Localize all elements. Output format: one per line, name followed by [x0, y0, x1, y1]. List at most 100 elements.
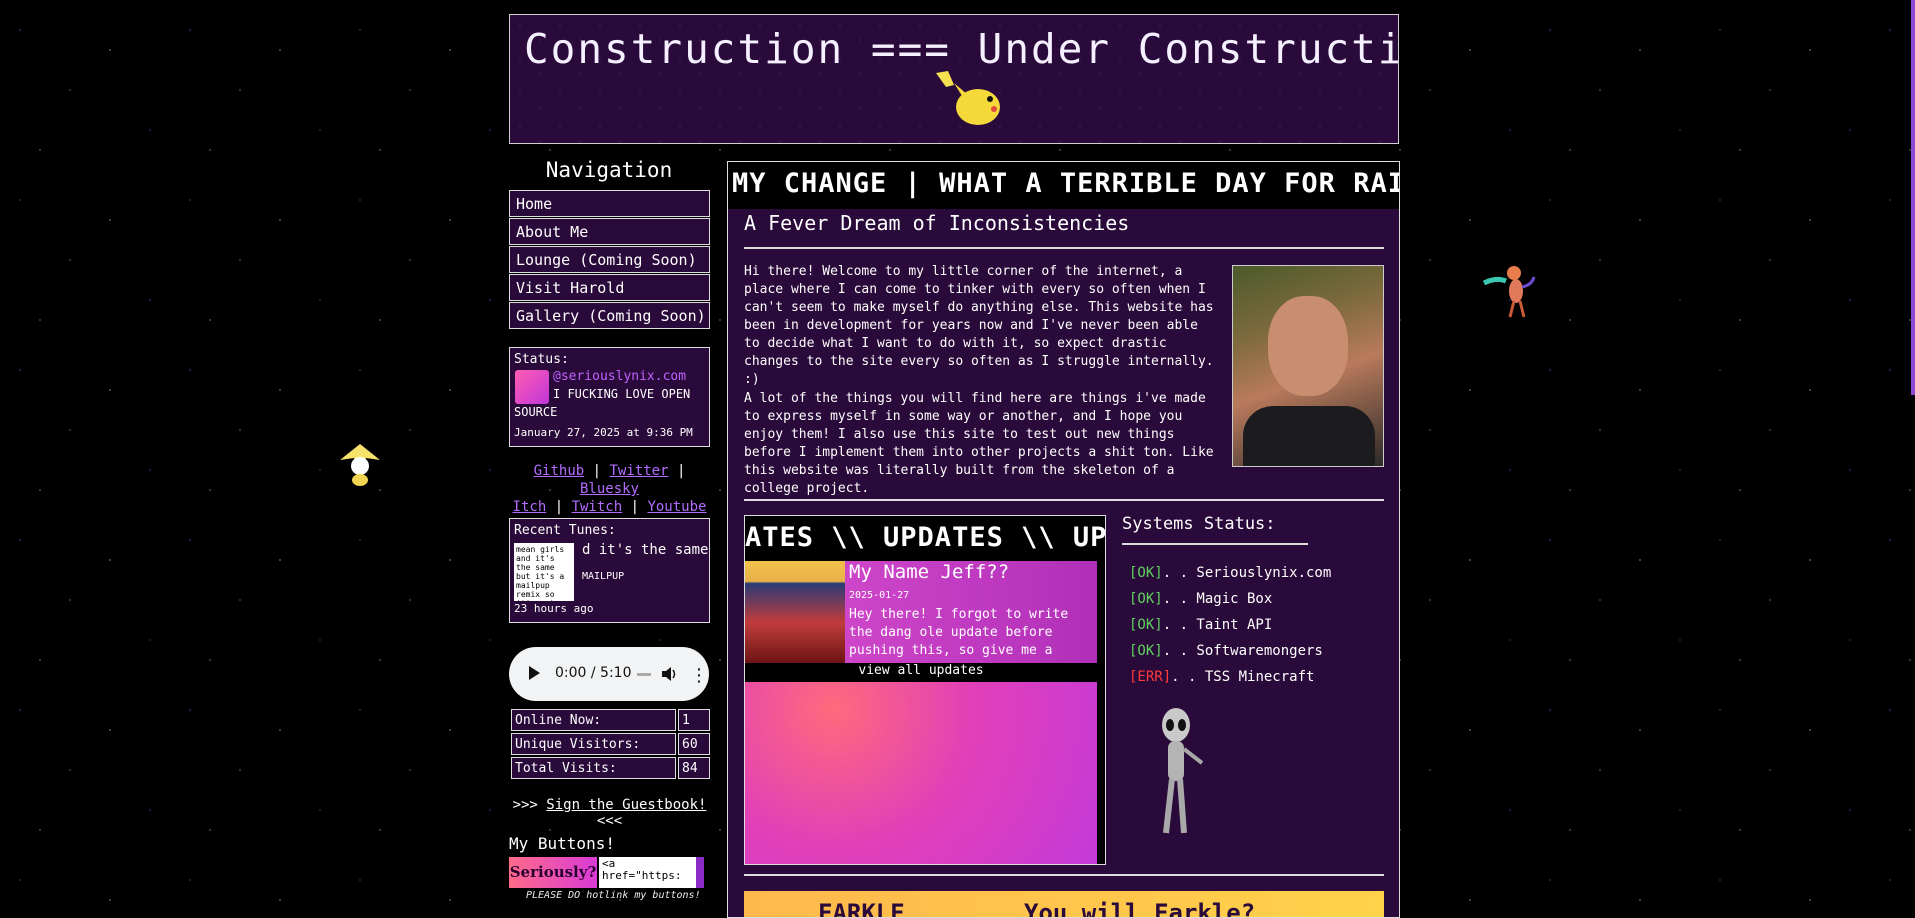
- system-name: . . TSS Minecraft: [1171, 669, 1315, 685]
- counter-label: Total Visits:: [511, 757, 676, 779]
- systems-status-list: [OK]. . Seriouslynix.com [OK]. . Magic B…: [1129, 560, 1331, 690]
- list-item: [OK]. . Magic Box: [1129, 586, 1331, 612]
- right-edge-accent: [1911, 0, 1915, 395]
- link-separator: |: [592, 463, 602, 479]
- guestbook-suffix: <<<: [596, 813, 623, 829]
- my-buttons-title: My Buttons!: [509, 834, 615, 853]
- system-name: . . Taint API: [1162, 617, 1273, 633]
- itch-link[interactable]: Itch: [513, 499, 547, 515]
- update-thumbnail: [745, 561, 845, 663]
- status-badge: [OK]: [1129, 617, 1163, 633]
- update-image: [745, 682, 1097, 864]
- update-excerpt: Hey there! I forgot to write the dang ol…: [849, 607, 1069, 658]
- nav-item-home[interactable]: Home: [509, 190, 710, 217]
- nav-title: Navigation: [545, 158, 673, 182]
- album-art: mean girls and it's the same but it's a …: [514, 543, 574, 601]
- deoxys-sprite: [1482, 266, 1536, 318]
- status-badge: [OK]: [1129, 565, 1163, 581]
- counter-value: 1: [678, 709, 710, 731]
- play-icon[interactable]: [529, 666, 540, 680]
- profile-photo: [1232, 265, 1384, 467]
- counter-label: Unique Visitors:: [511, 733, 676, 755]
- banner-logo-text: FARKLE: [818, 899, 905, 918]
- table-row: Online Now: 1: [511, 709, 710, 731]
- banner-tagline: You will Farkle?: [1024, 899, 1256, 918]
- update-title[interactable]: My Name Jeff??: [849, 561, 1009, 583]
- audio-player: 0:00 / 5:10 ⋮: [509, 647, 709, 701]
- site-header: Construction === Under Construction === …: [509, 14, 1399, 144]
- guestbook-callout: >>> Sign the Guestbook! <<<: [509, 797, 710, 829]
- counter-value: 60: [678, 733, 710, 755]
- recent-tunes-panel: Recent Tunes: mean girls and it's the sa…: [509, 518, 710, 623]
- status-panel: Status: @seriouslynix.com I FUCKING LOVE…: [509, 347, 710, 447]
- list-item: [ERR]. . TSS Minecraft: [1129, 664, 1331, 690]
- jirachi-sprite: [340, 444, 380, 486]
- link-separator: |: [676, 463, 686, 479]
- volume-icon[interactable]: [662, 666, 676, 682]
- divider: [744, 874, 1384, 876]
- photo-shirt: [1243, 406, 1375, 466]
- social-links: Github | Twitter | Bluesky Itch | Twitch…: [509, 462, 710, 516]
- button-embed-code[interactable]: <a href="https:: [599, 857, 704, 888]
- hotlink-note: PLEASE DO hotlink my buttons!: [526, 890, 701, 901]
- photo-face: [1268, 296, 1348, 396]
- more-options-icon[interactable]: ⋮: [690, 665, 708, 686]
- systems-status-title: Systems Status:: [1122, 514, 1276, 534]
- list-item: [OK]. . Taint API: [1129, 612, 1331, 638]
- github-link[interactable]: Github: [534, 463, 585, 479]
- updates-marquee: ATES \\ UPDATES \\ UPDA: [745, 522, 1106, 553]
- status-post-text: I FUCKING LOVE OPEN: [553, 387, 691, 401]
- bluesky-link[interactable]: Bluesky: [580, 481, 639, 497]
- track-title-marquee: d it's the same bu: [582, 542, 709, 558]
- intro-paragraph: A lot of the things you will find here a…: [744, 391, 1214, 496]
- track-artist: MAILPUP: [582, 571, 625, 582]
- nav-item-about-me[interactable]: About Me: [509, 218, 710, 245]
- main-marquee-bar: MY CHANGE | WHAT A TERRIBLE DAY FOR RAIN…: [728, 162, 1399, 209]
- track-played-ago: 23 hours ago: [514, 602, 594, 615]
- site-button-badge[interactable]: Seriously?: [509, 857, 597, 888]
- status-badge: [OK]: [1129, 643, 1163, 659]
- system-name: . . Softwaremongers: [1162, 643, 1323, 659]
- nav-item-lounge[interactable]: Lounge (Coming Soon): [509, 246, 710, 273]
- divider: [744, 499, 1384, 501]
- recent-tunes-label: Recent Tunes:: [514, 523, 616, 538]
- pikachu-sprite: [936, 71, 1000, 125]
- counter-value: 84: [678, 757, 710, 779]
- status-handle-link[interactable]: @seriouslynix.com: [553, 369, 686, 384]
- farkle-banner[interactable]: FARKLE You will Farkle?: [744, 891, 1384, 918]
- page-title: A Fever Dream of Inconsistencies: [744, 211, 1130, 235]
- status-timestamp: January 27, 2025 at 9:36 PM: [514, 426, 693, 439]
- visitor-counter: Online Now: 1 Unique Visitors: 60 Total …: [509, 707, 712, 781]
- update-card[interactable]: My Name Jeff?? 2025-01-27 Hey there! I f…: [745, 561, 1097, 663]
- divider: [1122, 543, 1308, 545]
- view-all-updates-link[interactable]: view all updates: [745, 663, 1097, 678]
- status-post-text-continued: SOURCE: [514, 405, 558, 419]
- table-row: Unique Visitors: 60: [511, 733, 710, 755]
- twitch-link[interactable]: Twitch: [572, 499, 623, 515]
- counter-label: Online Now:: [511, 709, 676, 731]
- status-badge: [ERR]: [1129, 669, 1172, 685]
- guestbook-link[interactable]: Sign the Guestbook!: [546, 797, 706, 813]
- twitter-link[interactable]: Twitter: [610, 463, 669, 479]
- link-separator: |: [630, 499, 640, 515]
- list-item: [OK]. . Softwaremongers: [1129, 638, 1331, 664]
- link-separator: |: [554, 499, 564, 515]
- nav-menu: Home About Me Lounge (Coming Soon) Visit…: [509, 190, 710, 330]
- table-row: Total Visits: 84: [511, 757, 710, 779]
- avatar[interactable]: [515, 370, 549, 404]
- divider: [744, 247, 1384, 249]
- nav-item-gallery[interactable]: Gallery (Coming Soon): [509, 302, 710, 329]
- updates-panel: ATES \\ UPDATES \\ UPDA My Name Jeff?? 2…: [744, 515, 1106, 865]
- alien-sprite: [1162, 708, 1204, 834]
- main-content: MY CHANGE | WHAT A TERRIBLE DAY FOR RAIN…: [727, 161, 1400, 918]
- youtube-link[interactable]: Youtube: [647, 499, 706, 515]
- audio-time: 0:00 / 5:10: [555, 665, 632, 681]
- system-name: . . Seriouslynix.com: [1162, 565, 1332, 581]
- guestbook-prefix: >>>: [512, 797, 547, 813]
- seek-bar[interactable]: [637, 673, 651, 676]
- system-name: . . Magic Box: [1162, 591, 1273, 607]
- status-badge: [OK]: [1129, 591, 1163, 607]
- main-marquee-text: MY CHANGE | WHAT A TERRIBLE DAY FOR RAIN…: [732, 168, 1399, 199]
- status-label: Status:: [514, 352, 569, 367]
- nav-item-visit-harold[interactable]: Visit Harold: [509, 274, 710, 301]
